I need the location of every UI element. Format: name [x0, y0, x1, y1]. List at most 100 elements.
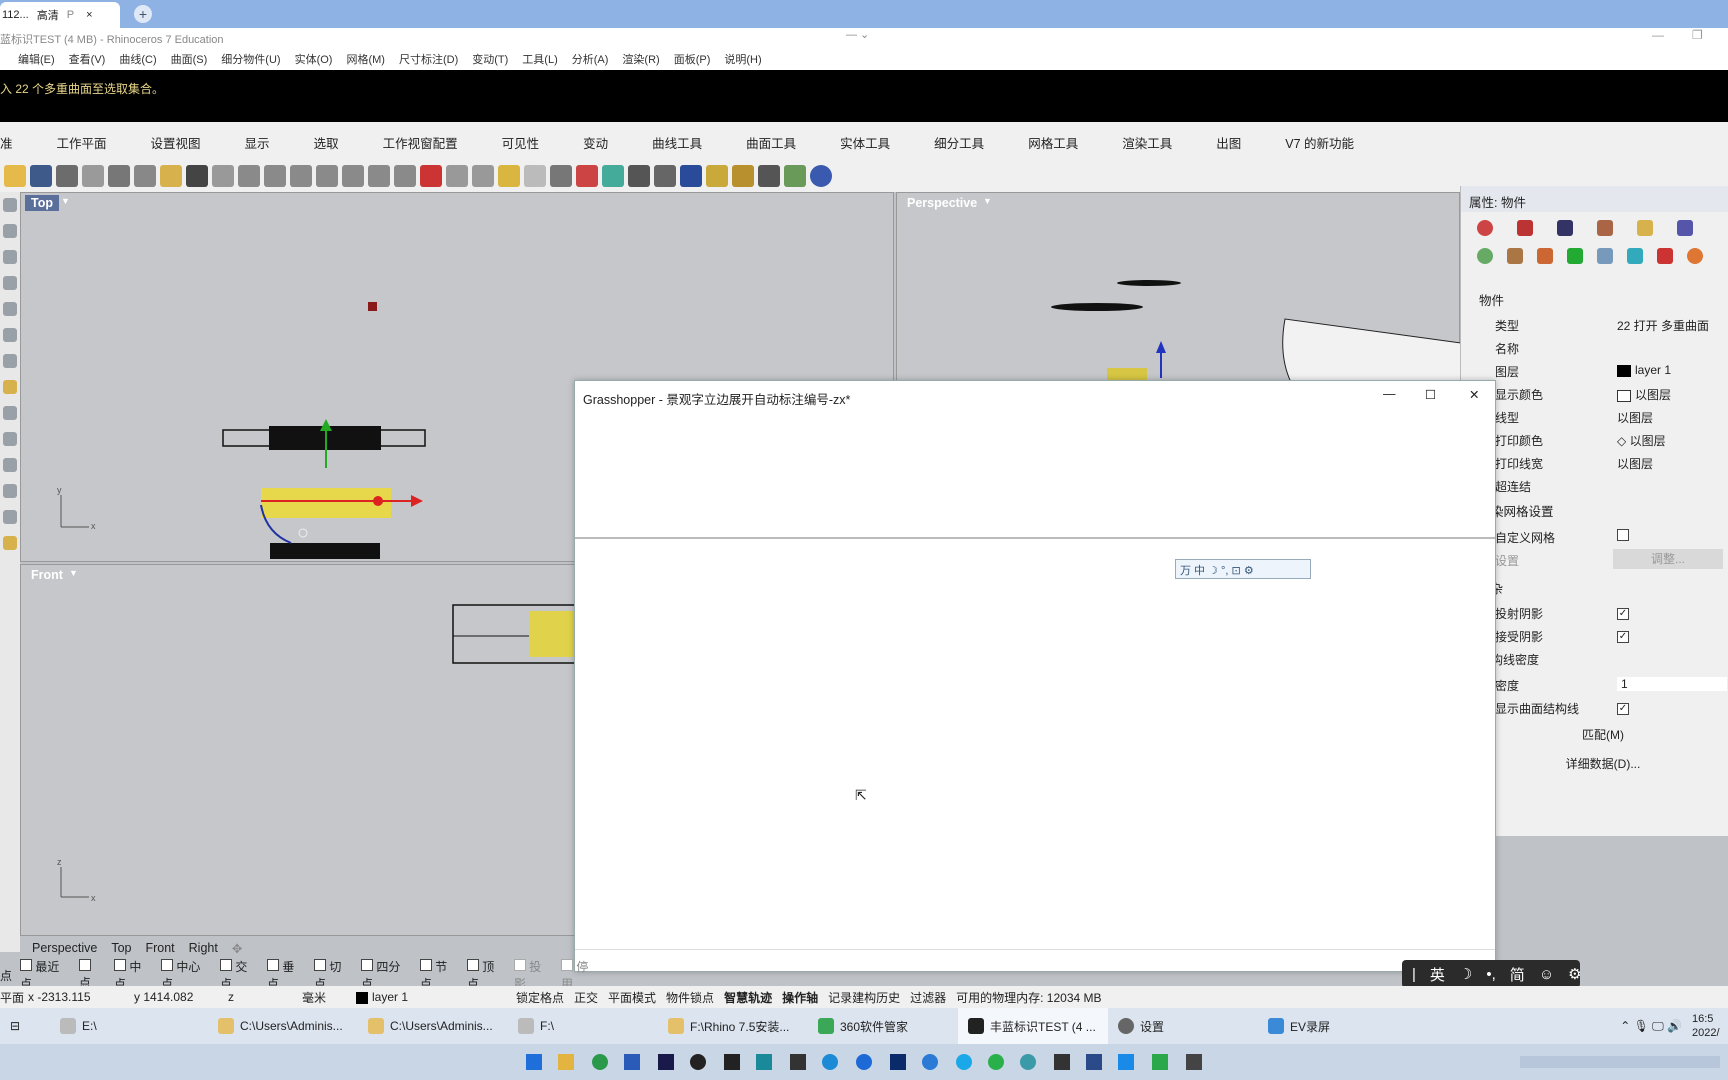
prop-row-show-structure[interactable]: 显示曲面结构线 ✓	[1461, 697, 1728, 719]
cube-props-icon[interactable]	[1627, 248, 1643, 264]
command-history[interactable]: 入 22 个多重曲面至选取集合。	[0, 70, 1728, 122]
tray-icons[interactable]: ⌃ 🎙 🖵 🔊	[1610, 1019, 1692, 1034]
browser-tab[interactable]: 112... 高清 P ×	[0, 2, 120, 28]
ime-emoji-icon[interactable]: ☺	[1539, 966, 1554, 983]
select-tool-icon[interactable]	[3, 198, 17, 212]
point-tool-icon[interactable]	[3, 224, 17, 238]
status-grid-snap[interactable]: 锁定格点	[516, 989, 564, 1006]
flag-icon[interactable]	[706, 165, 728, 187]
show-structure-checkbox[interactable]: ✓	[1617, 703, 1629, 715]
adjust-button[interactable]: 调整...	[1613, 549, 1723, 569]
export-icon[interactable]	[82, 165, 104, 187]
taskbar-item-active[interactable]: 丰蓝标识TEST (4 ...	[958, 1008, 1108, 1044]
ime-punct-icon[interactable]: •,	[1486, 966, 1495, 983]
image-props-icon[interactable]	[1677, 220, 1693, 236]
object-props-icon[interactable]	[1477, 220, 1493, 236]
layer-icon[interactable]	[576, 165, 598, 187]
status-filter[interactable]: 过滤器	[910, 989, 946, 1006]
zoom-window-icon[interactable]	[290, 165, 312, 187]
taskbar-item[interactable]: 设置	[1108, 1018, 1258, 1035]
vp-tab-perspective[interactable]: Perspective	[32, 941, 97, 955]
zoom-selected-icon[interactable]	[342, 165, 364, 187]
prop-row-layer[interactable]: 图层 layer 1	[1461, 360, 1728, 382]
light-icon[interactable]	[524, 165, 546, 187]
tab-cplane[interactable]: 工作平面	[35, 133, 129, 152]
solid-tool-icon[interactable]	[3, 406, 17, 420]
rectangle-tool-icon[interactable]	[3, 328, 17, 342]
shadow-props-icon[interactable]	[1597, 248, 1613, 264]
tab-surface-tools[interactable]: 曲面工具	[724, 133, 818, 152]
prop-row-receive-shadow[interactable]: 接受阴影 ✓	[1461, 625, 1728, 647]
mesh-tool-icon[interactable]	[3, 432, 17, 446]
globe-icon[interactable]	[784, 165, 806, 187]
gh-minimize-icon[interactable]: —	[1383, 387, 1396, 401]
status-smarttrack[interactable]: 智慧轨迹	[724, 989, 772, 1006]
gh-maximize-icon[interactable]: ☐	[1425, 387, 1436, 402]
transform-tool-icon[interactable]	[3, 458, 17, 472]
menu-item[interactable]: 说明(H)	[724, 51, 761, 67]
tab-viewport-layout[interactable]: 工作视窗配置	[361, 133, 480, 152]
grasshopper-window[interactable]: Grasshopper - 景观字立边展开自动标注编号-zx* — ☐ ✕ 万 …	[574, 380, 1496, 972]
viewport-layout-icon[interactable]	[394, 165, 416, 187]
vp-tab-right[interactable]: Right	[189, 941, 218, 955]
tab-subd-tools[interactable]: 细分工具	[912, 133, 1006, 152]
menu-item[interactable]: 工具(L)	[522, 51, 557, 67]
status-ortho[interactable]: 正交	[574, 989, 598, 1006]
ime-moon-icon[interactable]: ☽	[1459, 965, 1472, 983]
taskbar-item[interactable]: F:\Rhino 7.5安装...	[658, 1018, 808, 1035]
prop-row-custom-mesh[interactable]: 自定义网格	[1461, 526, 1728, 548]
open-icon[interactable]	[4, 165, 26, 187]
print-icon[interactable]	[56, 165, 78, 187]
polyline-tool-icon[interactable]	[3, 250, 17, 264]
menu-item[interactable]: 曲面(S)	[171, 51, 208, 67]
ime-simplified[interactable]: 简	[1510, 964, 1525, 985]
menu-item[interactable]: 分析(A)	[572, 51, 609, 67]
prop-row-display-color[interactable]: 显示颜色 以图层	[1461, 383, 1728, 405]
add-viewport-icon[interactable]: ✥	[232, 941, 242, 956]
cast-shadow-checkbox[interactable]: ✓	[1617, 608, 1629, 620]
gh-close-icon[interactable]: ✕	[1469, 387, 1479, 402]
menu-item[interactable]: 面板(P)	[674, 51, 711, 67]
arc-tool-icon[interactable]	[3, 302, 17, 316]
tab-display[interactable]: 显示	[223, 133, 292, 152]
tab-standard[interactable]: 准	[0, 133, 35, 152]
tab-render-tools[interactable]: 渲染工具	[1100, 133, 1194, 152]
status-plane[interactable]: 平面	[0, 989, 28, 1006]
car-icon[interactable]	[420, 165, 442, 187]
tab-mesh-tools[interactable]: 网格工具	[1006, 133, 1100, 152]
decal-props-icon[interactable]	[1537, 248, 1553, 264]
restore-icon[interactable]: ❐	[1692, 28, 1703, 42]
tab-transform[interactable]: 变动	[561, 133, 630, 152]
undo-view-icon[interactable]	[368, 165, 390, 187]
gear-icon[interactable]	[732, 165, 754, 187]
details-button[interactable]: 详细数据(D)...	[1491, 755, 1715, 772]
taskbar-item[interactable]: EV录屏	[1258, 1018, 1408, 1035]
circle-tool-icon[interactable]	[3, 354, 17, 368]
box-props-icon[interactable]	[1657, 248, 1673, 264]
taskbar-item[interactable]: E:\	[50, 1018, 208, 1034]
ime-lang[interactable]: 英	[1430, 964, 1445, 985]
copy-icon[interactable]	[134, 165, 156, 187]
tab-set-view[interactable]: 设置视图	[129, 133, 223, 152]
taskbar-item[interactable]: C:\Users\Adminis...	[358, 1018, 508, 1034]
status-planar[interactable]: 平面模式	[608, 989, 656, 1006]
menu-item[interactable]: 细分物件(U)	[221, 51, 280, 67]
gumball-icon[interactable]	[498, 165, 520, 187]
curve-tool-icon[interactable]	[3, 276, 17, 290]
menu-item[interactable]: 曲线(C)	[119, 51, 156, 67]
shade-icon[interactable]	[628, 165, 650, 187]
menu-item[interactable]: 变动(T)	[472, 51, 508, 67]
dimension-tool-icon[interactable]	[3, 510, 17, 524]
pan-icon[interactable]	[212, 165, 234, 187]
custom-mesh-checkbox[interactable]	[1617, 529, 1629, 541]
folder-props-icon[interactable]	[1637, 220, 1653, 236]
match-button[interactable]: 匹配(M)	[1491, 726, 1715, 743]
clock[interactable]: 16:5 2022/	[1692, 1012, 1728, 1040]
status-unit[interactable]: 毫米	[302, 989, 356, 1006]
status-history[interactable]: 记录建构历史	[828, 989, 900, 1006]
ime-settings-icon[interactable]: ⚙	[1568, 965, 1581, 983]
new-tab-button[interactable]: +	[134, 5, 152, 23]
tab-close-icon[interactable]: ×	[86, 9, 92, 21]
menu-item[interactable]: 渲染(R)	[622, 51, 659, 67]
prop-row-linetype[interactable]: 线型 以图层	[1461, 406, 1728, 428]
